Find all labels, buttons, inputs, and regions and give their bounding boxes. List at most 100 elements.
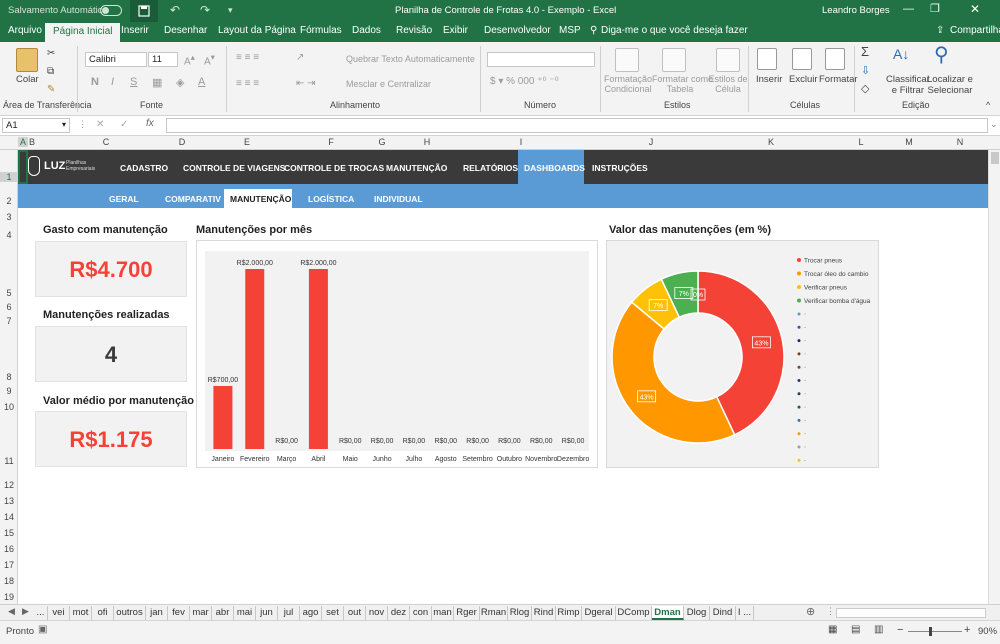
sheet-tab-mot[interactable]: mot: [70, 606, 92, 620]
sheet-tab-dlog[interactable]: Dlog: [684, 606, 710, 620]
sheet-tab-out[interactable]: out: [344, 606, 366, 620]
normal-view-icon[interactable]: ▦: [828, 624, 837, 635]
row-header-4[interactable]: 4: [0, 230, 18, 240]
redo-icon[interactable]: ↷: [200, 3, 210, 17]
sort-filter-icon[interactable]: A↓: [893, 46, 909, 62]
vertical-scrollbar[interactable]: [988, 150, 1000, 604]
subnav-geral[interactable]: GERAL: [109, 194, 139, 204]
row-header-7[interactable]: 7: [0, 316, 18, 326]
nav-controle-trocas[interactable]: CONTROLE DE TROCAS: [284, 163, 384, 173]
col-header-k[interactable]: K: [706, 137, 836, 147]
bold-button[interactable]: N: [91, 76, 99, 88]
format-painter-icon[interactable]: ✎: [47, 84, 55, 95]
restore-icon[interactable]: ❐: [930, 2, 940, 15]
cut-icon[interactable]: ✂: [47, 48, 55, 59]
sheet-tab-dgeral[interactable]: Dgeral: [582, 606, 616, 620]
find-select-icon[interactable]: ⚲: [934, 42, 949, 67]
tab-desenhar[interactable]: Desenhar: [164, 25, 207, 36]
format-cells-icon[interactable]: [825, 48, 845, 70]
col-header-g[interactable]: G: [356, 137, 408, 147]
autosum-icon[interactable]: Σ: [861, 44, 869, 59]
fill-color-icon[interactable]: ◈: [176, 76, 184, 89]
sheet-tab-con[interactable]: con: [410, 606, 432, 620]
tab-revisao[interactable]: Revisão: [396, 25, 432, 36]
sheet-tab-dind[interactable]: Dind: [710, 606, 736, 620]
sheet-tab-outros[interactable]: outros: [114, 606, 146, 620]
orientation-icon[interactable]: ↗: [296, 52, 304, 63]
sheet-tab-vei[interactable]: vei: [48, 606, 70, 620]
collapse-ribbon-icon[interactable]: ^: [986, 100, 990, 110]
sheet-tab-ago[interactable]: ago: [300, 606, 322, 620]
row-header-10[interactable]: 10: [0, 402, 18, 412]
row-header-8[interactable]: 8: [0, 372, 18, 382]
nav-dashboards[interactable]: DASHBOARDS: [524, 163, 585, 173]
font-size-select[interactable]: 11: [148, 52, 178, 67]
col-header-m[interactable]: M: [886, 137, 932, 147]
increase-font-icon[interactable]: A▴: [184, 52, 195, 67]
indent-icon[interactable]: ⇤ ⇥: [296, 78, 316, 89]
name-box[interactable]: A1 ▾: [2, 118, 70, 133]
insert-function-icon[interactable]: fx: [146, 118, 154, 129]
row-header-13[interactable]: 13: [0, 496, 18, 506]
zoom-out-icon[interactable]: −: [897, 624, 903, 636]
tab-dados[interactable]: Dados: [352, 25, 381, 36]
row-header-1[interactable]: 1: [0, 172, 18, 182]
autosave-toggle[interactable]: [100, 5, 122, 16]
cancel-icon[interactable]: ✕: [96, 119, 104, 130]
sheet-tab-[interactable]: ...: [34, 606, 48, 620]
tab-exibir[interactable]: Exibir: [443, 25, 468, 36]
wrap-text-button[interactable]: Quebrar Texto Automaticamente: [346, 54, 475, 64]
col-header-l[interactable]: L: [836, 137, 886, 147]
bar-abril[interactable]: [308, 269, 328, 449]
sheet-tab-mai[interactable]: mai: [234, 606, 256, 620]
italic-button[interactable]: I: [111, 76, 114, 88]
nav-instrucoes[interactable]: INSTRUÇÕES: [592, 163, 648, 173]
paste-icon[interactable]: [16, 48, 38, 72]
share-button[interactable]: Compartilhar: [950, 25, 1000, 36]
formula-input[interactable]: [166, 118, 988, 133]
sheet-tab-fev[interactable]: fev: [168, 606, 190, 620]
merge-center-button[interactable]: Mesclar e Centralizar: [346, 79, 431, 89]
row-header-9[interactable]: 9: [0, 386, 18, 396]
insert-cells-button[interactable]: Inserir: [756, 74, 782, 85]
sheet-tab-rman[interactable]: Rman: [480, 606, 508, 620]
zoom-slider[interactable]: [908, 631, 962, 632]
tab-formulas[interactable]: Fórmulas: [300, 25, 342, 36]
sheet-tab-abr[interactable]: abr: [212, 606, 234, 620]
row-header-19[interactable]: 19: [0, 592, 18, 602]
conditional-format-button[interactable]: Formatação Condicional: [604, 74, 652, 94]
conditional-format-icon[interactable]: [615, 48, 639, 72]
expand-formula-icon[interactable]: ⌄: [990, 119, 998, 130]
col-header-f[interactable]: F: [306, 137, 356, 147]
cell-styles-button[interactable]: Estilos de Célula: [706, 74, 750, 94]
delete-cells-button[interactable]: Excluir: [789, 74, 818, 85]
tell-me-input[interactable]: Diga-me o que você deseja fazer: [601, 25, 748, 36]
sheet-tab-jan[interactable]: jan: [146, 606, 168, 620]
donut-chart-frame[interactable]: 43% 43% 7% 7% 0% Trocar pneus Trocar óleo do c…: [606, 240, 879, 468]
bar-chart-frame[interactable]: R$700,00 Janeiro R$2.000,00 Fevereiro R$0,00…: [196, 240, 598, 468]
user-name[interactable]: Leandro Borges: [822, 5, 890, 16]
row-header-18[interactable]: 18: [0, 576, 18, 586]
sheet-tab-rimp[interactable]: Rimp: [556, 606, 582, 620]
paste-button[interactable]: Colar: [16, 74, 39, 85]
col-header-h[interactable]: H: [408, 137, 446, 147]
font-color-icon[interactable]: A: [198, 76, 205, 88]
sheet-tab-jun[interactable]: jun: [256, 606, 278, 620]
format-table-icon[interactable]: [662, 48, 686, 72]
tab-desenvolvedor[interactable]: Desenvolvedor: [484, 25, 551, 36]
add-sheet-icon[interactable]: ⊕: [806, 605, 815, 618]
insert-cells-icon[interactable]: [757, 48, 777, 70]
sheet-tab-dman[interactable]: Dman: [652, 606, 684, 620]
zoom-in-icon[interactable]: +: [964, 624, 970, 636]
nav-manutencao[interactable]: MANUTENÇÃO: [386, 163, 447, 173]
col-header-c[interactable]: C: [36, 137, 176, 147]
sheet-tab-rlog[interactable]: Rlog: [508, 606, 532, 620]
scroll-thumb[interactable]: [991, 152, 999, 164]
sheet-tab-jul[interactable]: jul: [278, 606, 300, 620]
number-format-select[interactable]: [487, 52, 595, 67]
sheet-tab-nov[interactable]: nov: [366, 606, 388, 620]
row-header-11[interactable]: 11: [0, 456, 18, 466]
quick-access-menu-icon[interactable]: ▾: [228, 5, 233, 16]
row-header-16[interactable]: 16: [0, 544, 18, 554]
next-sheet-icon[interactable]: ▶: [22, 606, 29, 617]
